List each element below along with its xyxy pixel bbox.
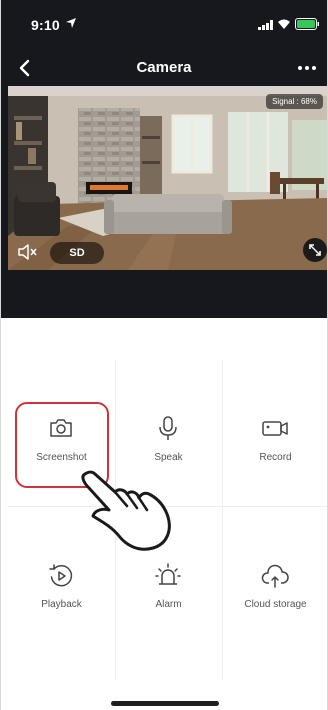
navigation-bar: Camera — [1, 50, 327, 86]
video-camera-icon — [262, 421, 288, 436]
home-indicator — [111, 701, 219, 706]
tile-label: Alarm — [155, 599, 182, 610]
tile-label: Cloud storage — [244, 599, 307, 610]
speaker-mute-icon[interactable] — [16, 242, 38, 262]
more-options-icon[interactable] — [295, 58, 319, 78]
location-arrow-icon — [66, 18, 76, 28]
page-title: Camera — [136, 59, 192, 76]
phone-screen: 9:10 Camera Signal: 68% SD Screenshot S… — [0, 0, 328, 710]
live-video-view[interactable]: Signal : 68% SD — [8, 86, 327, 270]
pointing-hand-icon — [81, 470, 171, 551]
tile-label: Playback — [41, 599, 82, 610]
playback-icon — [49, 564, 73, 587]
alarm-siren-icon — [155, 563, 181, 585]
fullscreen-icon[interactable] — [303, 238, 327, 262]
cloud-storage-button[interactable]: Cloud storage — [222, 506, 327, 652]
signal-strength-badge: Signal : 68% — [266, 94, 323, 109]
record-button[interactable]: Record — [222, 360, 327, 506]
tile-label: Record — [259, 452, 292, 463]
status-bar: 9:10 — [1, 0, 327, 46]
wifi-icon — [278, 19, 290, 29]
tile-label: Speak — [154, 452, 183, 463]
status-time: 9:10 — [31, 17, 60, 33]
microphone-icon — [159, 416, 177, 440]
video-quality-button[interactable]: SD — [50, 242, 104, 264]
cloud-storage-icon — [261, 564, 289, 588]
battery-icon — [295, 18, 319, 30]
cellular-signal-icon — [258, 20, 273, 30]
